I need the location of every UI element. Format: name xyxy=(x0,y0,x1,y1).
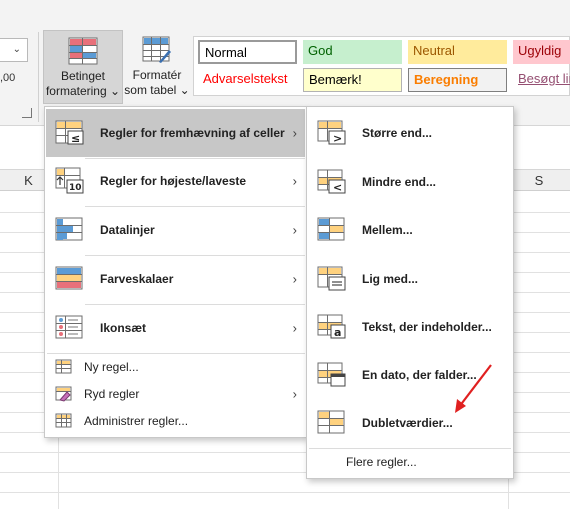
menu-item-text-contains[interactable]: a Tekst, der indeholder... xyxy=(308,303,512,351)
menu-item-date-occurring[interactable]: En dato, der falder... xyxy=(308,351,512,399)
icon-sets-icon xyxy=(46,315,94,341)
chevron-down-icon: ⌄ xyxy=(179,83,190,97)
style-bad[interactable]: Ugyldig xyxy=(513,40,570,64)
style-normal[interactable]: Normal xyxy=(198,40,297,64)
conditional-formatting-icon xyxy=(44,31,122,65)
menu-item-label: Datalinjer xyxy=(100,223,155,237)
conditional-formatting-label-1: Betinget xyxy=(60,69,106,83)
menu-item-label: Ikonsæt xyxy=(100,321,147,335)
svg-text:10: 10 xyxy=(69,183,82,193)
color-scales-icon xyxy=(46,266,94,292)
menu-item-label: Mellem... xyxy=(362,223,413,237)
menu-item-color-scales[interactable]: Farveskalaer › xyxy=(46,255,305,303)
format-as-table-button[interactable]: Formatér som tabel ⌄ xyxy=(123,30,191,104)
number-format-dropdown[interactable]: ⌄ xyxy=(0,38,28,62)
conditional-formatting-menu: ≤ Regler for fremhævning af celler › 10 … xyxy=(44,106,307,438)
menu-item-highlight-cells-rules[interactable]: ≤ Regler for fremhævning af celler › xyxy=(46,109,305,157)
menu-item-label: Mindre end... xyxy=(362,175,437,189)
greater-than-icon: > xyxy=(308,120,356,146)
menu-item-label: Regler for højeste/laveste xyxy=(100,174,247,188)
cell-styles-gallery: Normal God Neutral Ugyldig Advarselsteks… xyxy=(193,36,570,96)
menu-item-label: Større end... xyxy=(362,126,433,140)
chevron-down-icon: ⌄ xyxy=(109,84,121,98)
svg-text:>: > xyxy=(333,132,342,145)
format-as-table-label-1: Formatér xyxy=(132,68,182,82)
highlight-cells-rules-submenu: > Større end... < Mindre end... Mellem..… xyxy=(306,106,514,479)
duplicate-values-icon xyxy=(308,410,356,436)
menu-item-label: En dato, der falder... xyxy=(362,368,477,382)
conditional-formatting-button[interactable]: Betinget formatering ⌄ xyxy=(43,30,123,104)
style-calculation[interactable]: Beregning xyxy=(408,68,507,92)
chevron-right-icon: › xyxy=(292,125,297,141)
menu-item-label: Ny regel... xyxy=(84,360,139,374)
menu-item-duplicate-values[interactable]: Dubletværdier... xyxy=(308,399,512,447)
data-bars-icon xyxy=(46,217,94,243)
between-icon xyxy=(308,217,356,243)
menu-item-clear-rules[interactable]: Ryd regler › xyxy=(46,381,305,407)
menu-item-new-rule[interactable]: Ny regel... xyxy=(46,354,305,380)
less-than-icon: < xyxy=(308,169,356,195)
menu-item-label: Tekst, der indeholder... xyxy=(362,320,492,334)
menu-item-manage-rules[interactable]: Administrer regler... xyxy=(46,408,305,434)
menu-item-label: Administrer regler... xyxy=(84,414,189,428)
svg-text:<: < xyxy=(333,181,342,194)
top-bottom-rules-icon: 10 xyxy=(46,167,94,195)
chevron-right-icon: › xyxy=(292,173,297,189)
style-note[interactable]: Bemærk! xyxy=(303,68,402,92)
menu-item-icon-sets[interactable]: Ikonsæt › xyxy=(46,304,305,352)
chevron-right-icon: › xyxy=(292,271,297,287)
chevron-right-icon: › xyxy=(292,386,297,402)
style-followed-hyperlink[interactable]: Besøgt lin xyxy=(513,68,570,92)
menu-item-top-bottom-rules[interactable]: 10 Regler for højeste/laveste › xyxy=(46,157,305,205)
grid-line xyxy=(0,492,570,493)
menu-item-label: Dubletværdier... xyxy=(362,416,453,430)
equal-to-icon xyxy=(308,266,356,292)
menu-item-label: Farveskalaer xyxy=(100,272,174,286)
menu-item-greater-than[interactable]: > Større end... xyxy=(308,109,512,157)
format-as-table-icon xyxy=(123,30,191,64)
menu-item-data-bars[interactable]: Datalinjer › xyxy=(46,206,305,254)
chevron-down-icon: ⌄ xyxy=(12,44,21,55)
conditional-formatting-label-2: formatering ⌄ xyxy=(45,84,121,98)
style-good[interactable]: God xyxy=(303,40,402,64)
format-as-table-label-2: som tabel ⌄ xyxy=(124,83,190,97)
menu-item-label: Flere regler... xyxy=(346,455,417,469)
chevron-right-icon: › xyxy=(292,320,297,336)
menu-item-label: Lig med... xyxy=(362,272,419,286)
menu-item-between[interactable]: Mellem... xyxy=(308,206,512,254)
decrease-decimal-button[interactable]: ,00 xyxy=(0,72,15,84)
date-occurring-icon xyxy=(308,362,356,388)
svg-text:a: a xyxy=(334,326,341,339)
menu-item-equal-to[interactable]: Lig med... xyxy=(308,255,512,303)
highlight-cells-rules-icon: ≤ xyxy=(46,120,94,146)
text-contains-icon: a xyxy=(308,314,356,340)
new-rule-icon xyxy=(46,359,82,375)
column-header-s[interactable]: S xyxy=(508,170,570,192)
manage-rules-icon xyxy=(46,413,82,429)
style-warning-text[interactable]: Advarselstekst xyxy=(198,68,297,92)
svg-text:≤: ≤ xyxy=(71,132,80,145)
clear-rules-icon xyxy=(46,386,82,402)
menu-item-label: Ryd regler xyxy=(84,387,140,401)
number-group-launcher-icon[interactable] xyxy=(22,108,32,118)
chevron-right-icon: › xyxy=(292,222,297,238)
menu-item-less-than[interactable]: < Mindre end... xyxy=(308,158,512,206)
menu-item-more-rules[interactable]: Flere regler... xyxy=(308,449,512,475)
group-separator xyxy=(38,32,39,122)
style-neutral[interactable]: Neutral xyxy=(408,40,507,64)
menu-item-label: Regler for fremhævning af celler xyxy=(100,126,285,140)
